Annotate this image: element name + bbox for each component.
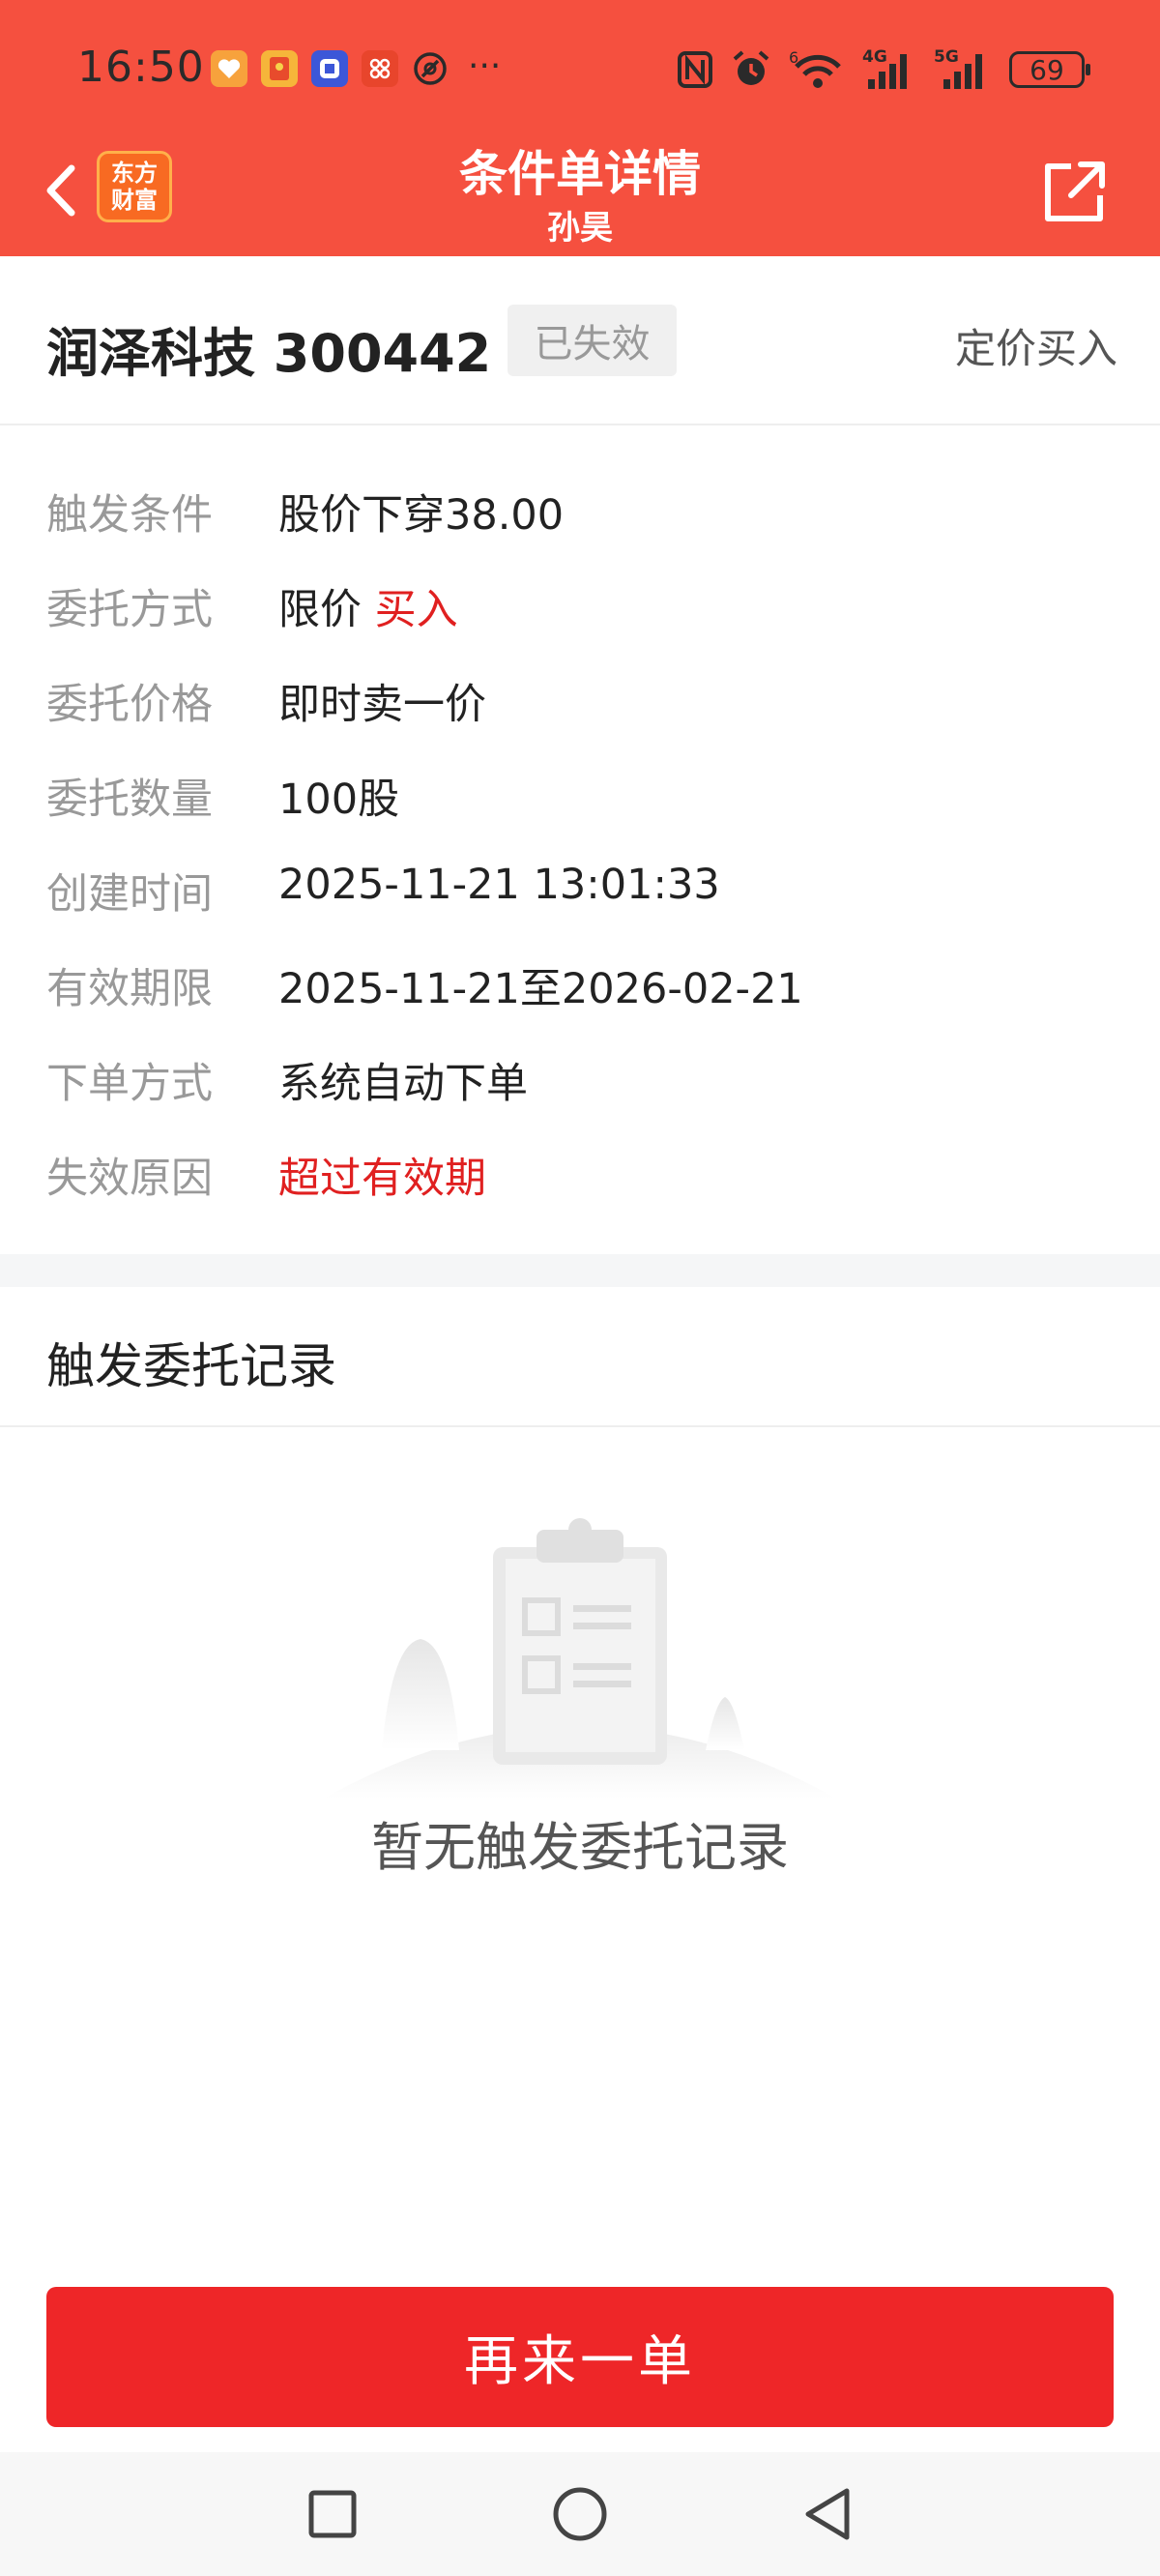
nfc-icon (678, 51, 712, 88)
eastmoney-logo: 东方 财富 (97, 151, 172, 222)
records-title: 触发委托记录 (46, 1338, 336, 1394)
detail-value: 系统自动下单 (278, 1060, 528, 1108)
order-mode: 限价 (278, 586, 362, 634)
stock-name-code: 润泽科技 300442 (46, 323, 492, 384)
stock-summary: 润泽科技 300442 已失效 定价买入 (0, 256, 1160, 425)
triangle-back-icon (805, 2488, 850, 2540)
net-4g-text: 4G (862, 48, 887, 67)
nav-back-button[interactable] (791, 2477, 864, 2551)
detail-value: 限价 买入 (278, 576, 458, 636)
app-header: 16:50 ··· 6 4G 5G 69 条件单详情 孙昊 东方 财富 (0, 0, 1160, 256)
battery-level: 69 (1030, 53, 1064, 86)
share-button[interactable] (1038, 157, 1110, 228)
nav-recent-button[interactable] (296, 2477, 369, 2551)
detail-label: 委托数量 (46, 776, 213, 824)
notification-icons: ··· (211, 46, 502, 87)
redpacket-app-icon (261, 50, 298, 87)
circle-icon (553, 2487, 607, 2541)
page-title: 条件单详情 (459, 146, 701, 202)
empty-clipboard-icon (324, 1518, 836, 1799)
detail-value: 即时卖一价 (278, 681, 486, 729)
detail-value: 股价下穿38.00 (278, 491, 565, 540)
status-bar: 16:50 ··· 6 4G 5G 69 (0, 0, 1160, 140)
status-time: 16:50 (77, 43, 205, 92)
more-notifications-icon: ··· (468, 46, 502, 86)
signal-5g-icon: 5G (934, 48, 982, 89)
apps-app-icon (362, 50, 398, 87)
net-5g-text: 5G (934, 48, 959, 67)
back-button[interactable] (35, 157, 93, 224)
wifi-icon: 6 (789, 49, 841, 88)
detail-value: 超过有效期 (278, 1155, 486, 1203)
records-header: 触发委托记录 (0, 1287, 1160, 1427)
chevron-left-icon (46, 164, 75, 217)
heart-app-icon (211, 50, 247, 87)
detail-label: 委托方式 (46, 586, 213, 634)
signal-4g-icon: 4G (862, 48, 907, 89)
status-badge: 已失效 (508, 305, 677, 376)
system-icons: 6 4G 5G 69 (677, 48, 1090, 91)
system-nav-bar (0, 2452, 1160, 2576)
detail-label: 委托价格 (46, 681, 213, 729)
order-side: 买入 (374, 586, 458, 634)
alarm-icon (733, 50, 769, 85)
compass-app-icon (412, 50, 449, 87)
logo-line-2: 财富 (111, 187, 158, 214)
reorder-button[interactable]: 再来一单 (46, 2287, 1114, 2427)
tieba-app-icon (311, 50, 348, 87)
share-external-icon (1045, 161, 1105, 221)
detail-value: 100股 (278, 776, 400, 824)
order-type: 定价买入 (954, 325, 1117, 372)
detail-label: 有效期限 (46, 965, 213, 1013)
battery-icon: 69 (1009, 51, 1090, 88)
empty-state-text: 暂无触发委托记录 (371, 1817, 789, 1878)
square-icon (308, 2490, 357, 2538)
detail-label: 失效原因 (46, 1155, 213, 1203)
page-subtitle: 孙昊 (547, 209, 613, 248)
order-details: 触发条件 股价下穿38.00 委托方式 限价 买入 委托价格 即时卖一价 委托数… (0, 425, 1160, 1252)
detail-label: 下单方式 (46, 1060, 213, 1108)
section-divider (0, 1254, 1160, 1287)
detail-label: 触发条件 (46, 491, 213, 540)
detail-label: 创建时间 (46, 870, 213, 919)
detail-value: 2025-11-21 13:01:33 (278, 861, 720, 909)
title-bar: 条件单详情 孙昊 东方 财富 (0, 135, 1160, 256)
nav-home-button[interactable] (543, 2477, 617, 2551)
logo-line-1: 东方 (111, 160, 158, 187)
detail-value: 2025-11-21至2026-02-21 (278, 965, 803, 1013)
